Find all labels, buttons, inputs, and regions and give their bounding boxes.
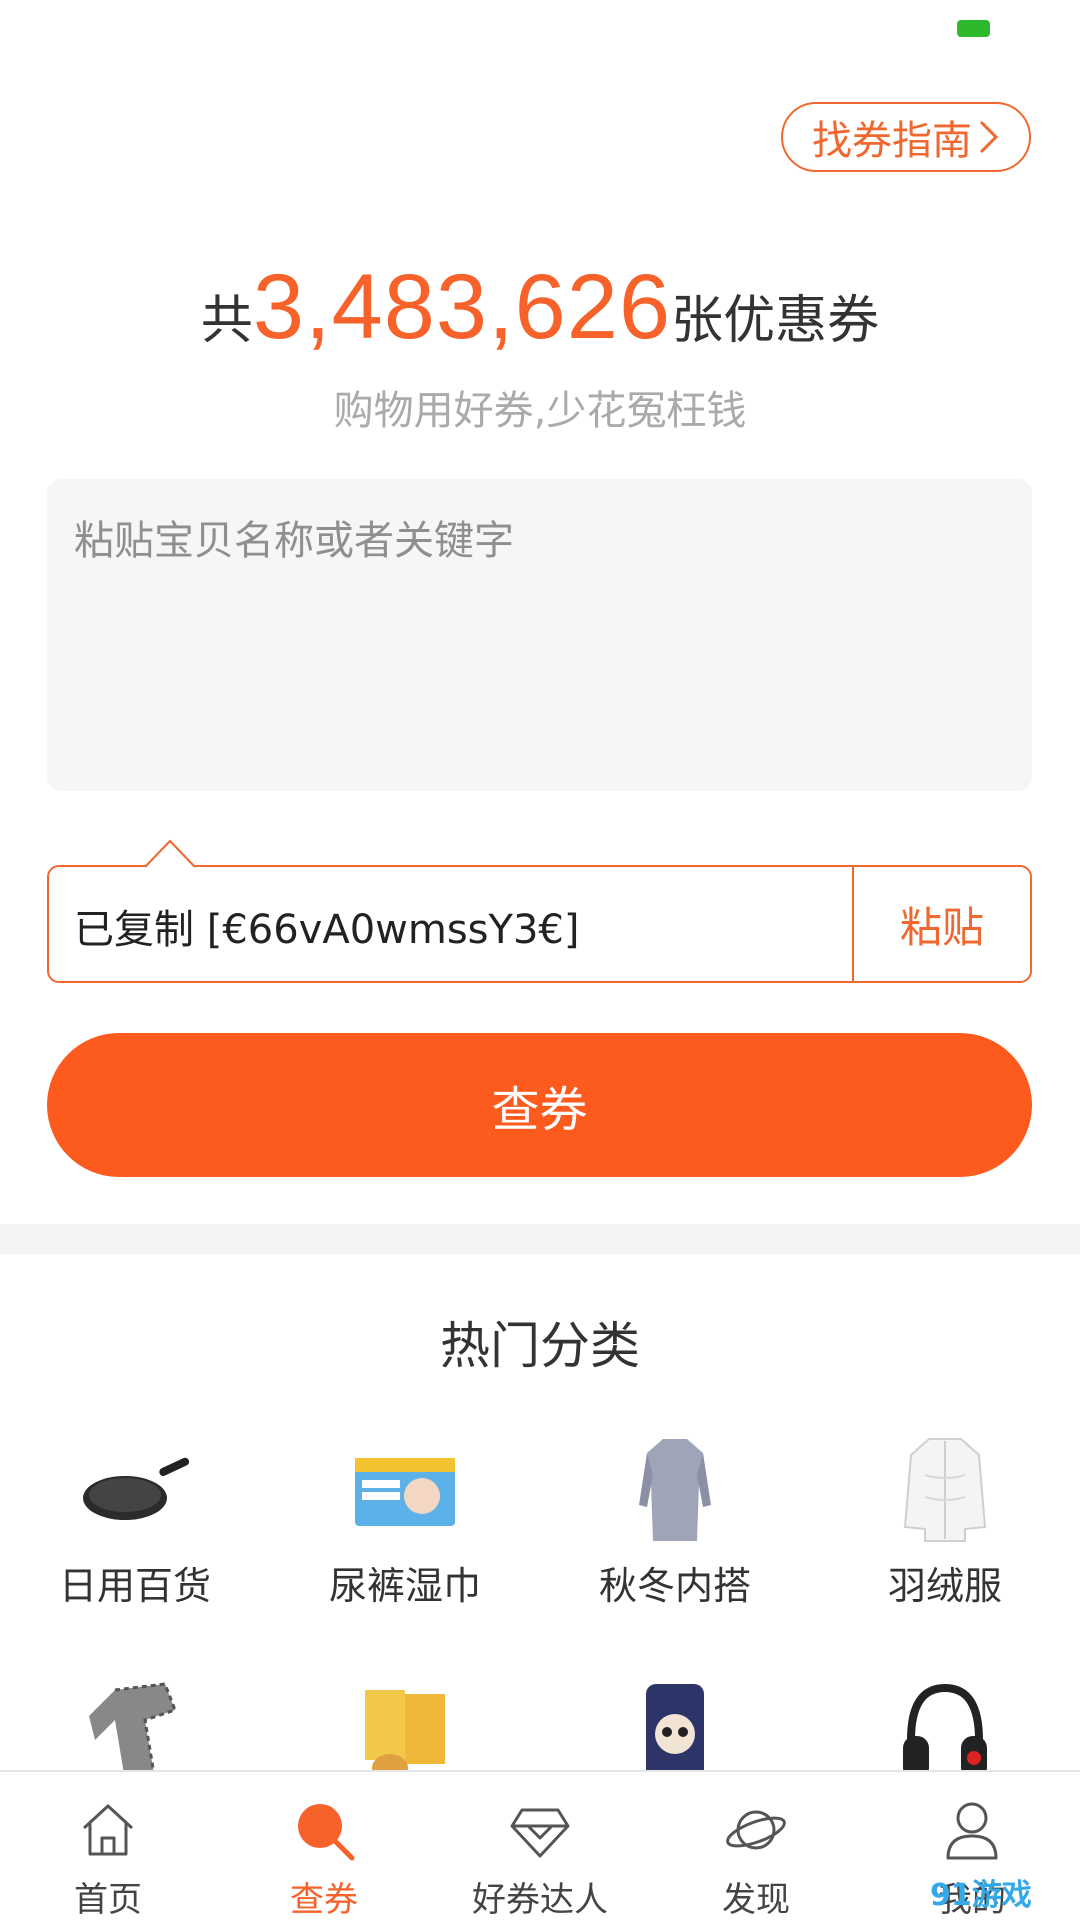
headline-suffix: 张优惠券 [671,291,880,351]
coupon-count: 3,483,626 [252,256,672,358]
battery-icon [957,20,990,37]
sweater-dress-icon [605,1435,745,1545]
frying-pan-icon [65,1435,205,1545]
search-coupon-button[interactable]: 查券 [47,1033,1032,1177]
nav-home[interactable]: 首页 [0,1772,216,1922]
search-placeholder: 粘贴宝贝名称或者关键字 [74,518,514,564]
slogan: 购物用好券,少花冤枉钱 [333,388,747,434]
coupon-guide-button[interactable]: 找券指南 [781,102,1031,172]
home-icon [82,1804,134,1856]
category-label: 羽绒服 [887,1564,1002,1608]
clipboard-text: 已复制 [€66vA0wmssY3€] [74,907,580,953]
diapers-icon [335,1435,475,1545]
coupon-count-headline: 共3,483,626张优惠券 [0,255,1080,360]
category-label: 秋冬内搭 [598,1564,751,1608]
nav-label: 发现 [722,1880,790,1920]
category-label: 日用百货 [58,1564,211,1608]
diamond-icon [510,1808,570,1858]
category-daily-goods[interactable]: 日用百货 [0,1435,270,1610]
bottom-navigation: 首页 查券 好券达人 发现 我的 [0,1770,1080,1922]
category-inner-wear[interactable]: 秋冬内搭 [540,1435,810,1610]
section-divider [0,1224,1080,1254]
category-diapers[interactable]: 尿裤湿巾 [270,1435,540,1610]
nav-label: 好券达人 [472,1880,608,1920]
nav-coupon-experts[interactable]: 好券达人 [432,1772,648,1922]
watermark-logo: 91游戏 [930,1878,1032,1913]
search-icon [298,1804,355,1861]
user-icon [946,1802,998,1860]
down-jacket-icon [875,1435,1015,1545]
coupon-guide-label: 找券指南 [812,118,972,164]
clipboard-pointer [145,839,195,868]
planet-icon [726,1810,786,1850]
nav-discover[interactable]: 发现 [648,1772,864,1922]
nav-label: 查券 [290,1880,358,1920]
nav-search[interactable]: 查券 [216,1772,432,1922]
hot-categories-title: 热门分类 [440,1317,640,1375]
chevron-right-icon [979,120,999,154]
nav-label: 首页 [74,1880,142,1920]
category-down-jacket[interactable]: 羽绒服 [810,1435,1080,1610]
headline-prefix: 共 [200,291,253,351]
category-label: 尿裤湿巾 [328,1564,481,1608]
paste-button[interactable]: 粘贴 [854,867,1030,981]
